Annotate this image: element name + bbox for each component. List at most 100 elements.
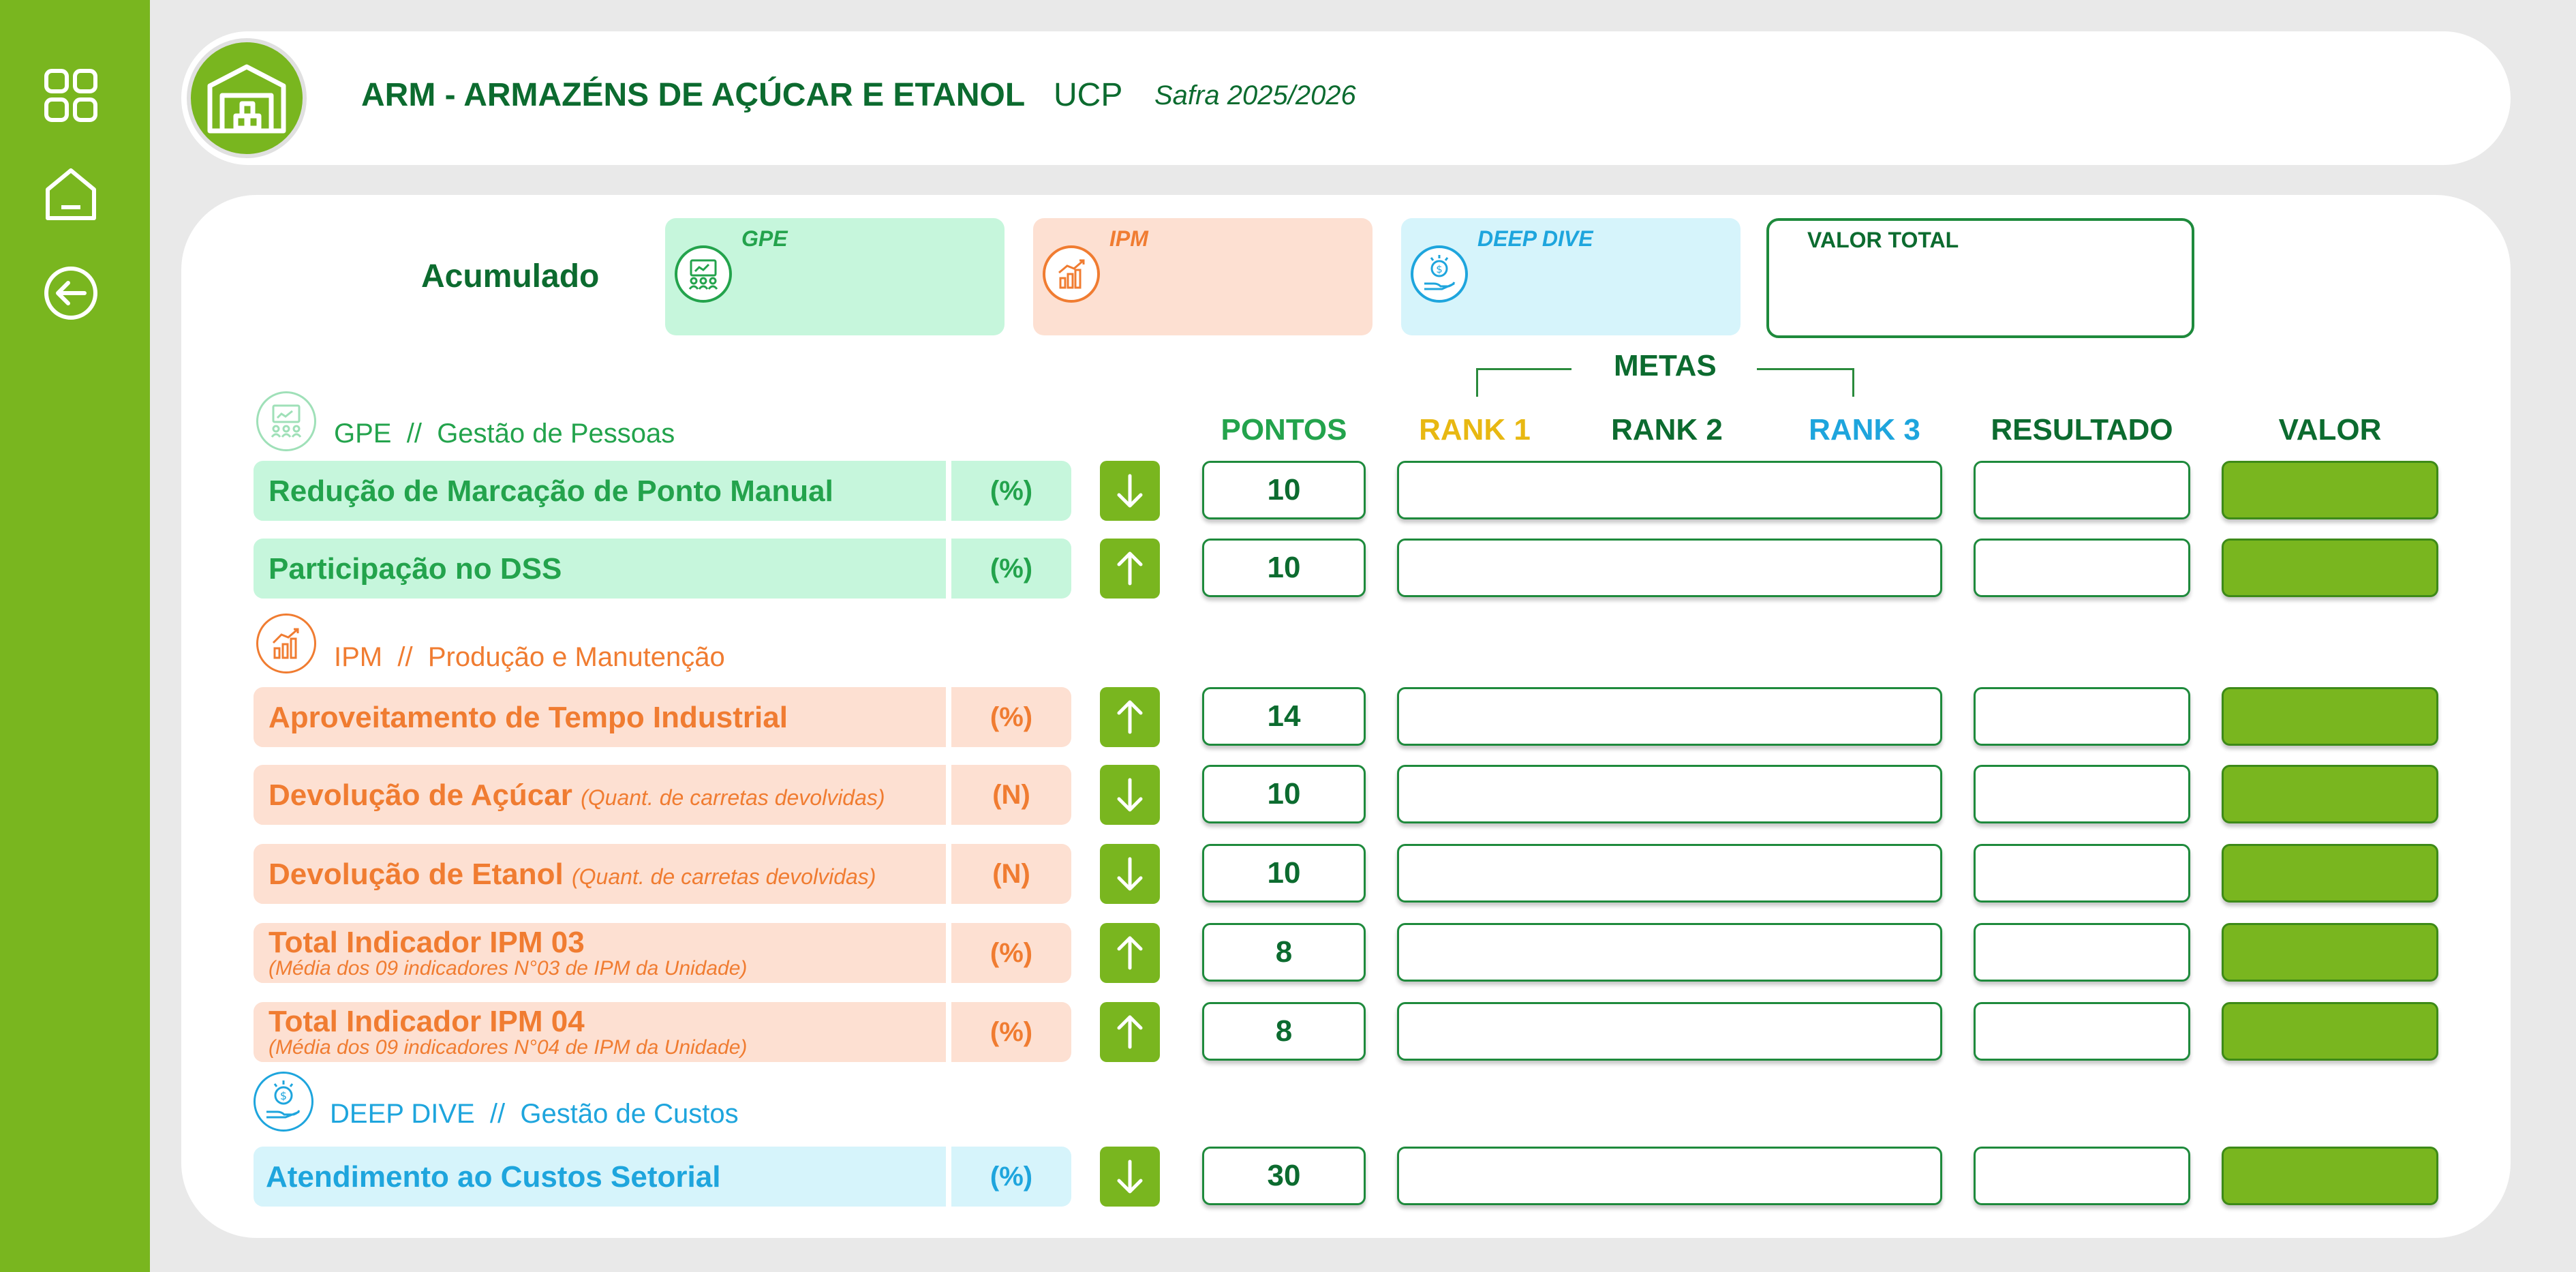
- pontos-field[interactable]: 10: [1202, 765, 1366, 823]
- pontos-field[interactable]: 10: [1202, 461, 1366, 519]
- valor-field[interactable]: [2222, 461, 2438, 519]
- table-row: Total Indicador IPM 04 (Média dos 09 ind…: [254, 1002, 946, 1062]
- metas-field[interactable]: [1397, 687, 1942, 746]
- metas-field[interactable]: [1397, 923, 1942, 982]
- arrow-up-icon[interactable]: [1100, 923, 1160, 983]
- row-label: Atendimento ao Custos Setorial: [266, 1160, 721, 1194]
- valor-field[interactable]: [2222, 687, 2438, 746]
- deep-dive-card[interactable]: $ DEEP DIVE: [1401, 218, 1741, 335]
- money-hand-icon: $: [254, 1072, 313, 1132]
- people-presentation-icon: [675, 245, 732, 303]
- table-row: Total Indicador IPM 03 (Média dos 09 ind…: [254, 923, 946, 983]
- growth-chart-icon: [1043, 245, 1100, 303]
- table-row: Devolução de Açúcar (Quant. de carretas …: [254, 765, 946, 825]
- arrow-down-icon[interactable]: [1100, 765, 1160, 825]
- section-gpe-title: GPE // Gestão de Pessoas: [334, 419, 675, 449]
- resultado-field[interactable]: [1974, 923, 2190, 982]
- col-rank3: RANK 3: [1809, 413, 1920, 446]
- table-row: Devolução de Etanol (Quant. de carretas …: [254, 844, 946, 904]
- ipm-card[interactable]: IPM: [1033, 218, 1373, 335]
- pontos-field[interactable]: 30: [1202, 1147, 1366, 1205]
- pontos-field[interactable]: 10: [1202, 539, 1366, 597]
- arrow-up-icon[interactable]: [1100, 1002, 1160, 1062]
- warehouse-icon: [187, 38, 307, 158]
- gpe-card[interactable]: GPE: [665, 218, 1005, 335]
- col-valor: VALOR: [2278, 413, 2382, 446]
- row-label: Devolução de Etanol (Quant. de carretas …: [269, 858, 876, 891]
- row-label: Devolução de Açúcar (Quant. de carretas …: [269, 778, 885, 812]
- col-pontos: PONTOS: [1221, 413, 1347, 446]
- resultado-field[interactable]: [1974, 687, 2190, 746]
- col-resultado: RESULTADO: [1991, 413, 2173, 446]
- home-icon[interactable]: [42, 165, 99, 222]
- header-bar: ARM - ARMAZÉNS DE AÇÚCAR E ETANOL UCP Sa…: [181, 31, 2511, 165]
- metas-field[interactable]: [1397, 539, 1942, 597]
- metas-field[interactable]: [1397, 844, 1942, 903]
- row-label: Participação no DSS: [269, 552, 562, 586]
- row-sublabel: (Média dos 09 indicadores N°04 de IPM da…: [269, 1036, 748, 1059]
- row-unit: (%): [951, 1002, 1071, 1062]
- pontos-field[interactable]: 14: [1202, 687, 1366, 746]
- row-label: Total Indicador IPM 03: [269, 926, 585, 959]
- section-ipm-title: IPM // Produção e Manutenção: [334, 642, 725, 672]
- money-hand-icon: $: [1411, 245, 1468, 303]
- valor-total-card[interactable]: VALOR TOTAL: [1766, 218, 2194, 338]
- table-row: Aproveitamento de Tempo Industrial: [254, 687, 946, 747]
- row-unit: (%): [951, 461, 1071, 521]
- metas-line-left: [1476, 368, 1571, 370]
- row-unit: (N): [951, 765, 1071, 825]
- svg-text:$: $: [280, 1089, 287, 1102]
- metas-field[interactable]: [1397, 765, 1942, 823]
- valor-field[interactable]: [2222, 539, 2438, 597]
- resultado-field[interactable]: [1974, 539, 2190, 597]
- valor-field[interactable]: [2222, 1002, 2438, 1061]
- table-row: Atendimento ao Custos Setorial: [254, 1147, 946, 1207]
- pontos-field[interactable]: 8: [1202, 1002, 1366, 1061]
- sidebar: [0, 0, 150, 1272]
- pontos-field[interactable]: 10: [1202, 844, 1366, 903]
- acumulado-label: Acumulado: [421, 258, 600, 294]
- row-unit: (%): [951, 923, 1071, 983]
- growth-chart-icon: [256, 614, 316, 673]
- row-unit: (N): [951, 844, 1071, 904]
- unit-label: UCP: [1054, 77, 1123, 113]
- resultado-field[interactable]: [1974, 1147, 2190, 1205]
- row-unit: (%): [951, 687, 1071, 747]
- people-presentation-icon: [256, 391, 316, 451]
- metas-field[interactable]: [1397, 461, 1942, 519]
- svg-text:$: $: [1436, 263, 1443, 275]
- arrow-down-icon[interactable]: [1100, 461, 1160, 521]
- row-sublabel: (Média dos 09 indicadores N°03 de IPM da…: [269, 957, 748, 980]
- row-unit: (%): [951, 539, 1071, 599]
- valor-field[interactable]: [2222, 844, 2438, 903]
- valor-field[interactable]: [2222, 765, 2438, 823]
- gpe-card-label: GPE: [741, 226, 788, 251]
- metas-field[interactable]: [1397, 1147, 1942, 1205]
- resultado-field[interactable]: [1974, 461, 2190, 519]
- ipm-card-label: IPM: [1109, 226, 1148, 251]
- valor-field[interactable]: [2222, 923, 2438, 982]
- arrow-up-icon[interactable]: [1100, 687, 1160, 747]
- row-label: Aproveitamento de Tempo Industrial: [269, 701, 788, 734]
- pontos-field[interactable]: 8: [1202, 923, 1366, 982]
- table-row: Participação no DSS: [254, 539, 946, 599]
- arrow-down-icon[interactable]: [1100, 844, 1160, 904]
- arrow-up-icon[interactable]: [1100, 539, 1160, 599]
- row-label: Redução de Marcação de Ponto Manual: [269, 474, 833, 508]
- resultado-field[interactable]: [1974, 844, 2190, 903]
- col-rank1: RANK 1: [1419, 413, 1531, 446]
- metas-tick-left: [1476, 368, 1478, 397]
- deep-dive-card-label: DEEP DIVE: [1477, 226, 1593, 251]
- metas-line-right: [1757, 368, 1854, 370]
- row-unit: (%): [951, 1147, 1071, 1207]
- valor-field[interactable]: [2222, 1147, 2438, 1205]
- grid-icon[interactable]: [42, 67, 99, 124]
- resultado-field[interactable]: [1974, 1002, 2190, 1061]
- arrow-down-icon[interactable]: [1100, 1147, 1160, 1207]
- back-arrow-icon[interactable]: [42, 264, 99, 322]
- section-deep-dive-title: DEEP DIVE // Gestão de Custos: [330, 1099, 739, 1129]
- page-title: ARM - ARMAZÉNS DE AÇÚCAR E ETANOL: [361, 77, 1026, 113]
- resultado-field[interactable]: [1974, 765, 2190, 823]
- metas-field[interactable]: [1397, 1002, 1942, 1061]
- metas-label: METAS: [1614, 349, 1717, 382]
